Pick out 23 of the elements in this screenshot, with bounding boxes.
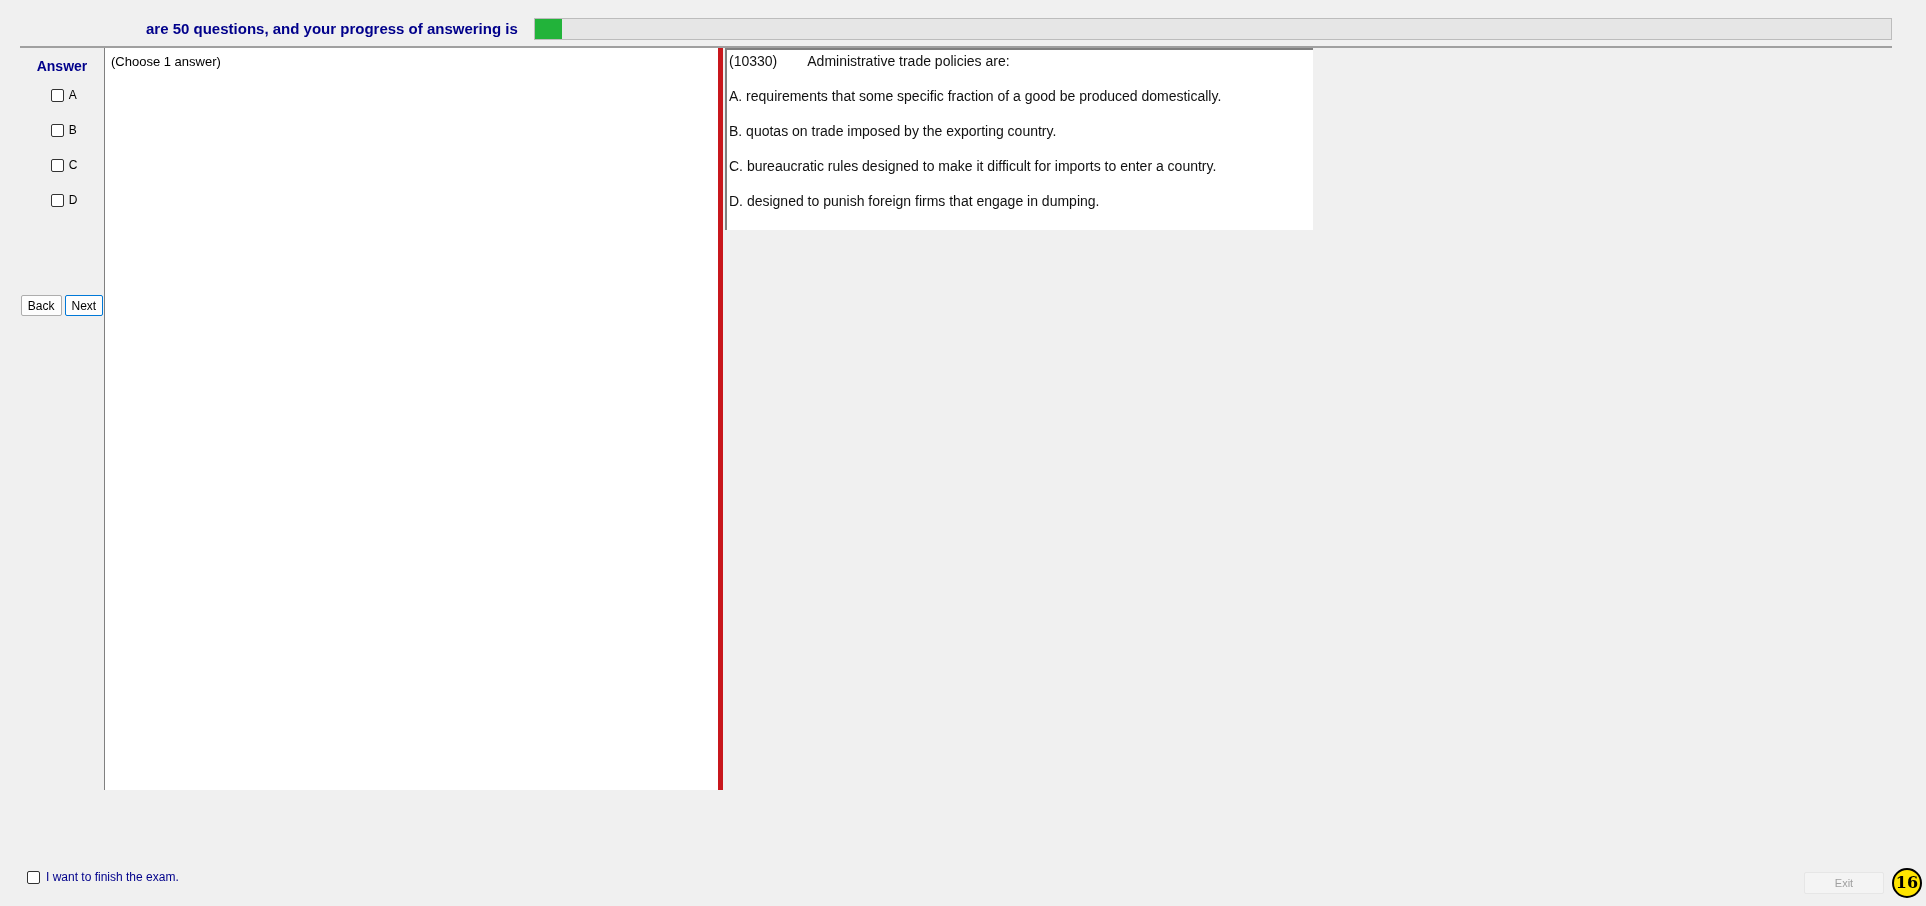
question-number: (10330)	[729, 52, 778, 71]
answer-text-area[interactable]: (Choose 1 answer)	[104, 48, 718, 790]
answer-heading: Answer	[36, 57, 88, 76]
answer-option-label[interactable]: C	[68, 156, 78, 174]
answer-hint: (Choose 1 answer)	[111, 54, 221, 69]
finish-checkbox[interactable]	[27, 870, 40, 884]
nav-button[interactable]: Back	[20, 295, 62, 316]
question-choice: B. quotas on trade imposed by the exporting country.	[729, 122, 1058, 141]
question-text: Administrative trade policies are:	[807, 52, 1010, 71]
question-choice: C. bureaucratic rules designed to make it difficult for imports to enter a country.	[729, 157, 1218, 176]
answer-checkbox[interactable]	[50, 123, 64, 137]
answer-option-label[interactable]: D	[68, 191, 78, 209]
finish-label[interactable]: I want to finish the exam.	[46, 868, 179, 886]
answer-checkbox[interactable]	[50, 193, 64, 207]
number-badge: 16	[1892, 868, 1922, 898]
answer-checkbox[interactable]	[50, 158, 64, 172]
answer-option-label[interactable]: A	[68, 86, 77, 104]
answer-checkbox[interactable]	[50, 88, 64, 102]
question-choice: D. designed to punish foreign firms that engage in dumping.	[729, 192, 1101, 211]
progress-label: are 50 questions, and your progress of answering is	[146, 18, 518, 39]
nav-button[interactable]: Next	[64, 295, 104, 316]
answer-option-label[interactable]: B	[68, 121, 77, 139]
question-choice: A. requirements that some specific fraction of a good be produced domestically.	[729, 87, 1223, 106]
